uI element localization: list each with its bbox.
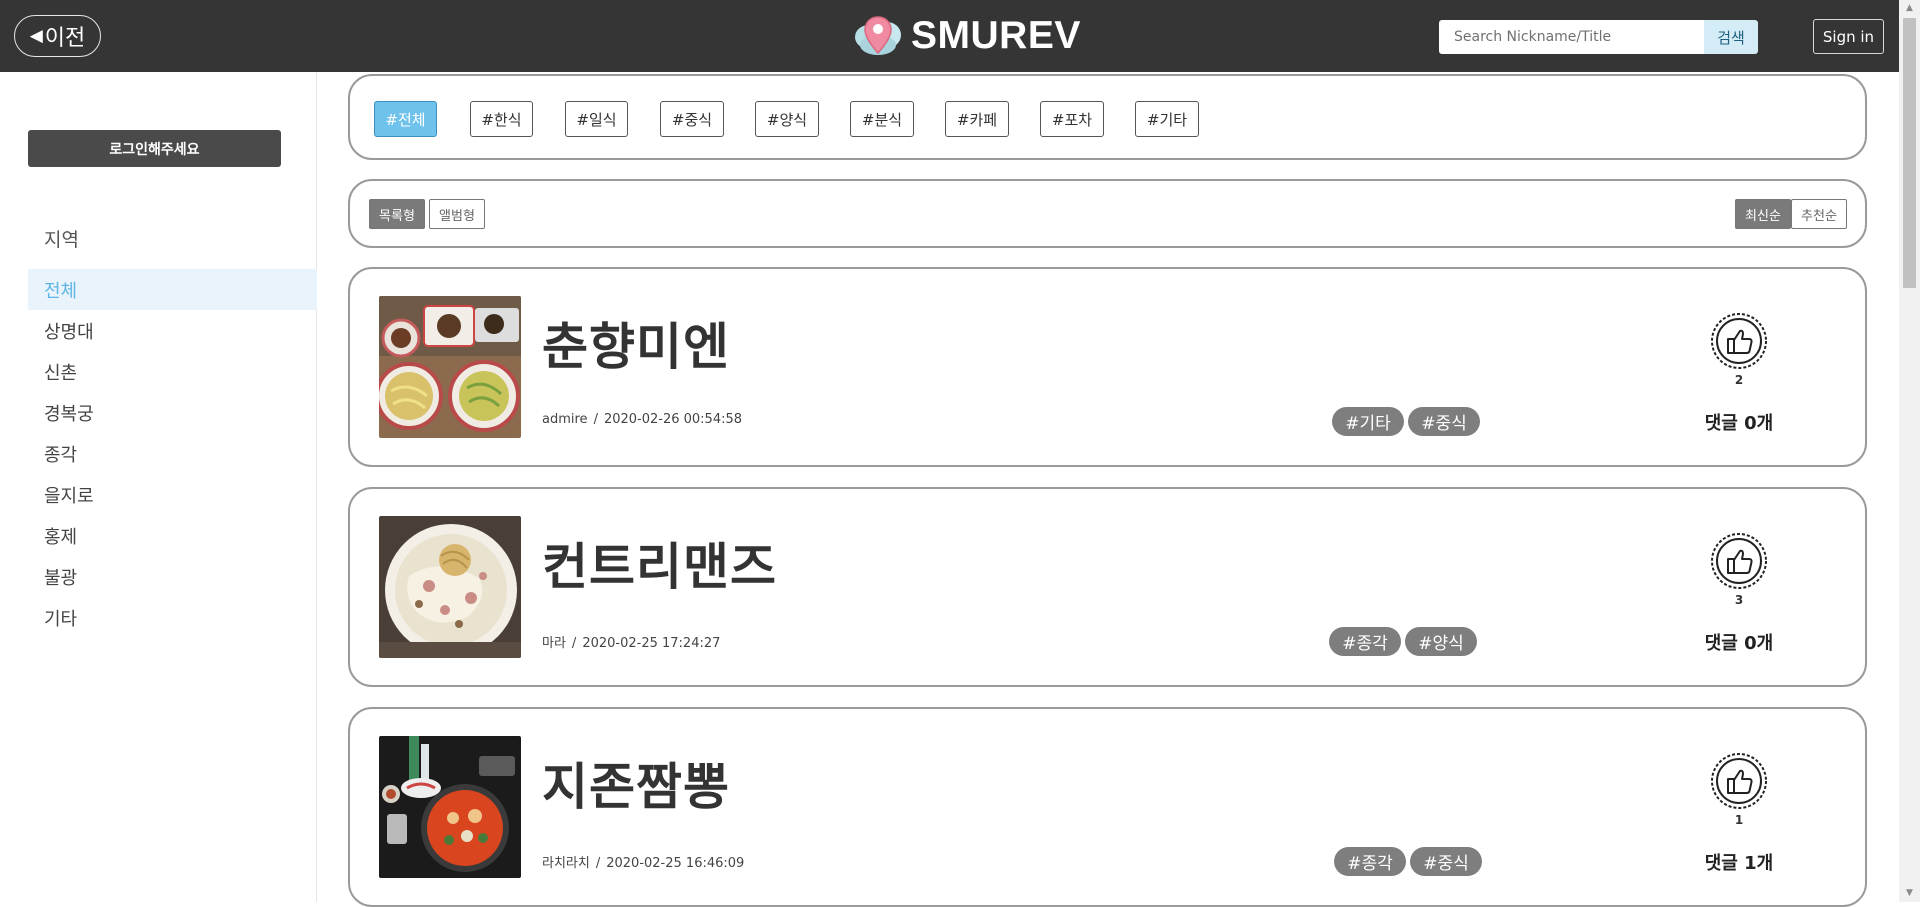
post-date: 2020-02-25 17:24:27 [582, 636, 721, 651]
sort-recommend-button[interactable]: 추천순 [1791, 199, 1847, 229]
meta-separator: / [595, 856, 601, 871]
post-tag[interactable]: #종각 [1334, 847, 1406, 876]
login-button[interactable]: 로그인해주세요 [28, 130, 281, 167]
sort-latest-button[interactable]: 최신순 [1735, 199, 1791, 229]
post-author: 라치라치 [542, 856, 590, 871]
comment-count[interactable]: 댓글 0개 [1674, 629, 1804, 655]
album-view-button[interactable]: 앨범형 [429, 199, 485, 229]
comment-count[interactable]: 댓글 1개 [1674, 849, 1804, 875]
like-badge-icon[interactable] [1709, 751, 1769, 811]
post-tag[interactable]: #기타 [1332, 407, 1404, 436]
like-count: 1 [1734, 813, 1744, 827]
post-tag[interactable]: #종각 [1329, 627, 1401, 656]
back-button[interactable]: ◀ 이전 [14, 15, 101, 57]
sidebar-item-hongje[interactable]: 홍제 [28, 515, 317, 556]
category-all-button[interactable]: #전체 [374, 101, 437, 137]
scrollbar-thumb[interactable] [1903, 18, 1916, 288]
search-input[interactable] [1439, 20, 1704, 54]
sidebar-item-sangmyung[interactable]: 상명대 [28, 310, 317, 351]
like-count: 2 [1734, 373, 1744, 387]
post-meta: admire / 2020-02-26 00:54:58 [542, 412, 745, 427]
post-thumbnail[interactable] [379, 516, 521, 658]
sidebar-item-all[interactable]: 전체 [28, 269, 317, 310]
region-heading: 지역 [44, 229, 79, 251]
page-scrollbar[interactable]: ▲ ▼ [1899, 0, 1920, 902]
meta-separator: / [593, 412, 598, 427]
post-card[interactable]: 지존짬뽕 라치라치/2020-02-25 16:46:09 #종각 #중식 1 … [348, 707, 1867, 907]
logo-text: SMUREV [911, 14, 1081, 57]
back-button-label: 이전 [44, 26, 86, 51]
post-author: 마라 [542, 636, 566, 651]
comment-count[interactable]: 댓글 0개 [1674, 409, 1804, 435]
logo-map-pin-icon [855, 16, 901, 55]
post-title[interactable]: 춘향미엔 [542, 307, 730, 379]
post-title[interactable]: 컨트리맨즈 [542, 527, 777, 599]
category-cafe-button[interactable]: #카페 [945, 101, 1009, 137]
like-badge-icon[interactable] [1709, 311, 1769, 371]
category-japanese-button[interactable]: #일식 [565, 101, 628, 137]
sidebar-item-sinchon[interactable]: 신촌 [28, 351, 317, 392]
category-western-button[interactable]: #양식 [755, 101, 819, 137]
sidebar-item-gyeongbokgung[interactable]: 경복궁 [28, 392, 317, 433]
post-thumbnail[interactable] [379, 736, 521, 878]
category-snack-button[interactable]: #분식 [850, 101, 914, 137]
view-options-panel: 목록형 앨범형 최신순 추천순 [348, 179, 1867, 248]
category-pocha-button[interactable]: #포차 [1040, 101, 1104, 137]
back-arrow-icon: ◀ [29, 26, 43, 46]
scroll-down-arrow-icon[interactable]: ▼ [1899, 885, 1920, 902]
post-meta: 라치라치 / 2020-02-25 16:46:09 [542, 852, 747, 871]
search-button[interactable]: 검색 [1704, 20, 1758, 54]
post-date: 2020-02-26 00:54:58 [603, 412, 743, 427]
sidebar-item-jonggak[interactable]: 종각 [28, 433, 317, 474]
sidebar-item-euljiro[interactable]: 을지로 [28, 474, 317, 515]
like-count: 3 [1734, 593, 1744, 607]
signin-button[interactable]: Sign in [1813, 19, 1884, 54]
like-badge-icon[interactable] [1709, 531, 1769, 591]
post-author: admire [542, 412, 588, 427]
category-chinese-button[interactable]: #중식 [660, 101, 724, 137]
post-tag[interactable]: #중식 [1410, 847, 1482, 876]
sidebar-item-etc[interactable]: 기타 [28, 597, 317, 638]
post-title[interactable]: 지존짬뽕 [542, 747, 730, 819]
post-tag[interactable]: #중식 [1408, 407, 1480, 436]
post-card[interactable]: 컨트리맨즈 마라 / 2020-02-25 17:24:27 #종각 #양식 3 댓… [348, 487, 1867, 687]
category-filter-panel: #전체 #한식 #일식 #중식 #양식 #분식 #카페 #포차 #기타 [348, 74, 1867, 160]
post-date: 2020-02-25 16:46:09 [606, 856, 745, 871]
post-tag[interactable]: #양식 [1405, 627, 1477, 656]
scroll-up-arrow-icon[interactable]: ▲ [1899, 0, 1920, 17]
category-korean-button[interactable]: #한식 [470, 101, 533, 137]
post-card[interactable]: 춘향미엔 admire/2020-02-26 00:54:58 #기타 #중식 … [348, 267, 1867, 467]
sidebar-item-bulgwang[interactable]: 불광 [28, 556, 317, 597]
top-navbar: ◀ 이전 SMUREV 검색 Sign in [0, 0, 1899, 72]
post-thumbnail[interactable] [379, 296, 521, 438]
sidebar: 로그인해주세요 지역 전체 상명대 신촌 경복궁 종각 을지로 홍제 불광 기타 [0, 72, 317, 902]
region-list: 전체 상명대 신촌 경복궁 종각 을지로 홍제 불광 기타 [28, 269, 317, 638]
site-logo[interactable]: SMUREV [853, 12, 1081, 60]
list-view-button[interactable]: 목록형 [369, 199, 425, 229]
category-etc-button[interactable]: #기타 [1135, 101, 1199, 137]
meta-separator: / [571, 636, 577, 651]
post-meta: 마라 / 2020-02-25 17:24:27 [542, 632, 723, 651]
